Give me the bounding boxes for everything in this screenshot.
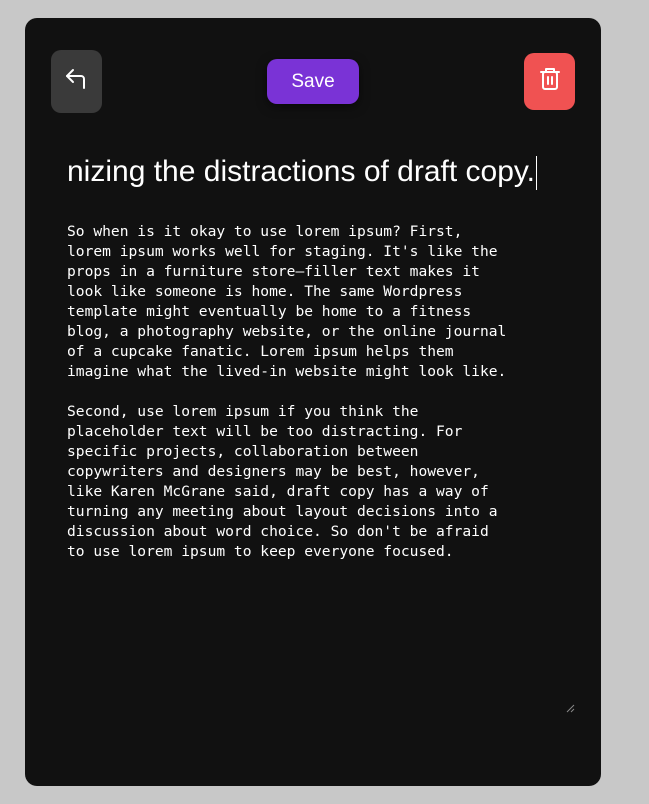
save-button[interactable]: Save [267,59,359,104]
back-button[interactable] [51,50,102,113]
note-title-input[interactable]: nizing the distractions of draft copy. [67,152,559,192]
note-title-text: nizing the distractions of draft copy. [67,155,536,188]
note-editor-card: Save nizing the distractions of draft co… [25,18,601,786]
delete-button[interactable] [524,53,575,110]
text-caret [536,156,538,191]
undo-arrow-icon [64,66,90,97]
resize-handle-icon[interactable] [565,700,575,713]
save-button-label: Save [291,70,335,92]
note-body-textarea[interactable]: So when is it okay to use lorem ipsum? F… [67,222,575,710]
trash-icon [539,67,561,96]
